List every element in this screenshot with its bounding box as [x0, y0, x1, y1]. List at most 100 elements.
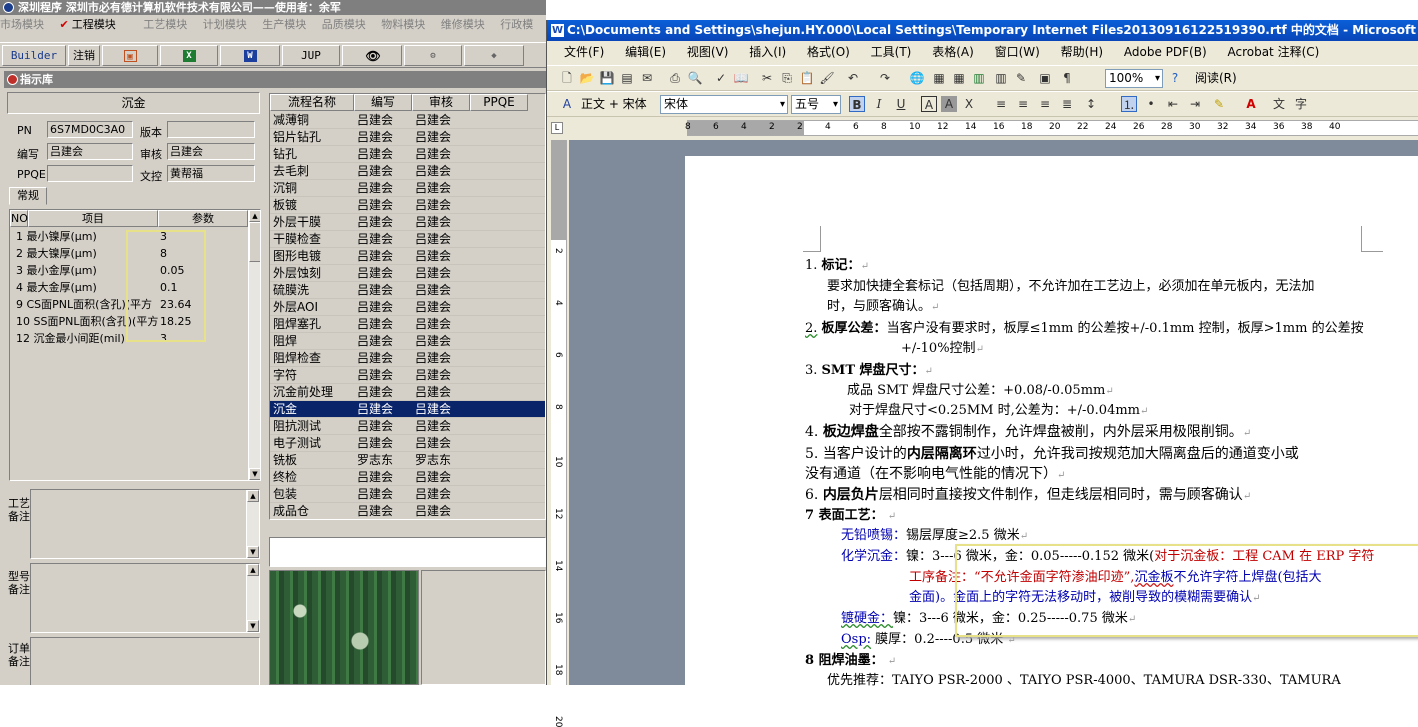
font-size-select[interactable]: 五号 — [791, 95, 841, 114]
col-header-ppqe[interactable]: PPQE — [470, 94, 528, 111]
menu-process[interactable]: 工艺模块 — [143, 15, 187, 35]
redo-icon[interactable]: ↷ — [877, 70, 893, 86]
param-scrollbar[interactable]: ▲ ▼ — [248, 210, 260, 480]
menu-file[interactable]: 文件(F) — [564, 41, 604, 63]
process-row[interactable]: 包装 吕建会 吕建会 — [270, 486, 545, 503]
research-icon[interactable]: 📖 — [733, 70, 749, 86]
char-shading-icon[interactable]: A — [941, 96, 957, 112]
menu-maintenance[interactable]: 维修模块 — [441, 15, 485, 35]
process-row[interactable]: 外层蚀刻 吕建会 吕建会 — [270, 265, 545, 282]
enclose-char-icon[interactable]: 字 — [1293, 96, 1309, 112]
memo-scrollbar[interactable]: ▲ ▼ — [246, 564, 259, 632]
paste-icon[interactable]: 📋 — [799, 70, 815, 86]
zoom-select[interactable]: 100% — [1105, 69, 1163, 88]
menu-format[interactable]: 格式(O) — [807, 41, 850, 63]
new-icon[interactable]: 🗋 — [559, 70, 575, 86]
col-header-process[interactable]: 流程名称 — [270, 94, 354, 111]
font-color-icon[interactable]: A — [1243, 96, 1259, 112]
tables-borders-icon[interactable]: ▦ — [931, 70, 947, 86]
logout-button[interactable]: 注销 — [68, 45, 100, 66]
open-icon[interactable]: 📂 — [579, 70, 595, 86]
process-row[interactable]: 外层AOI 吕建会 吕建会 — [270, 299, 545, 316]
align-left-icon[interactable]: ≡ — [993, 96, 1009, 112]
tab-selector[interactable]: L — [551, 122, 563, 134]
drawing-icon[interactable]: ✎ — [1013, 70, 1029, 86]
menu-acrobat[interactable]: Acrobat 注释(C) — [1227, 41, 1319, 63]
menu-window[interactable]: 窗口(W) — [995, 41, 1040, 63]
document-map-icon[interactable]: ▣ — [1037, 70, 1053, 86]
menu-table[interactable]: 表格(A) — [932, 41, 974, 63]
scroll-down-icon[interactable]: ▼ — [249, 468, 260, 480]
copy-icon[interactable]: ⎘ — [779, 70, 795, 86]
scroll-down-icon[interactable]: ▼ — [247, 620, 259, 632]
menu-edit[interactable]: 编辑(E) — [625, 41, 666, 63]
process-row[interactable]: 钻孔 吕建会 吕建会 — [270, 146, 545, 163]
columns-icon[interactable]: ▥ — [993, 70, 1009, 86]
style-select[interactable]: 正文 + 宋体 — [581, 95, 647, 114]
menu-insert[interactable]: 插入(I) — [749, 41, 786, 63]
vertical-ruler[interactable]: 2 4 6 8 10 12 14 16 18 20 — [551, 140, 567, 727]
word-export-button[interactable]: W — [220, 45, 280, 66]
process-row[interactable]: 阻焊检查 吕建会 吕建会 — [270, 350, 545, 367]
bullets-icon[interactable]: • — [1143, 96, 1159, 112]
process-row[interactable]: 硫膜洗 吕建会 吕建会 — [270, 282, 545, 299]
menu-production[interactable]: 生产模块 — [262, 15, 306, 35]
process-row[interactable]: 干膜检查 吕建会 吕建会 — [270, 231, 545, 248]
tab-normal[interactable]: 常规 — [9, 187, 47, 205]
help-icon[interactable]: ? — [1167, 70, 1183, 86]
font-select[interactable]: 宋体 — [660, 95, 788, 114]
format-painter-icon[interactable]: 🖌 — [819, 70, 835, 86]
pn-field[interactable]: 6S7MD0C3A0 — [47, 121, 133, 138]
highlight-icon[interactable]: ✎ — [1211, 96, 1227, 112]
menu-quality[interactable]: 品质模块 — [322, 15, 366, 35]
insert-table-icon[interactable]: ▦ — [951, 70, 967, 86]
spelling-icon[interactable]: ✓ — [713, 70, 729, 86]
styles-icon[interactable]: A — [559, 96, 575, 112]
view-button[interactable]: 👁 — [342, 45, 402, 66]
jup-button[interactable]: JUP — [282, 45, 340, 66]
insert-excel-icon[interactable]: ▥ — [971, 70, 987, 86]
permission-icon[interactable]: ▤ — [619, 70, 635, 86]
memo-process[interactable]: ▲ ▼ — [30, 489, 260, 559]
menu-help[interactable]: 帮助(H) — [1061, 41, 1103, 63]
process-row[interactable]: 终检 吕建会 吕建会 — [270, 469, 545, 486]
justify-icon[interactable]: ≣ — [1059, 96, 1075, 112]
process-row[interactable]: 外层干膜 吕建会 吕建会 — [270, 214, 545, 231]
menu-plan[interactable]: 计划模块 — [203, 15, 247, 35]
misc-button[interactable]: ◆ — [464, 45, 524, 66]
ppt-export-button[interactable]: ▣ — [102, 45, 158, 66]
excel-export-button[interactable]: X — [160, 45, 218, 66]
col-header-author[interactable]: 编写 — [354, 94, 412, 111]
line-spacing-icon[interactable]: ↕ — [1083, 96, 1099, 112]
scroll-down-icon[interactable]: ▼ — [247, 546, 259, 558]
col-header-review[interactable]: 审核 — [412, 94, 470, 111]
process-row[interactable]: 去毛刺 吕建会 吕建会 — [270, 163, 545, 180]
process-row[interactable]: 电子测试 吕建会 吕建会 — [270, 435, 545, 452]
process-row[interactable]: 阻抗测试 吕建会 吕建会 — [270, 418, 545, 435]
numbering-icon[interactable]: ⒈ — [1121, 96, 1137, 112]
process-row[interactable]: 成品仓 吕建会 吕建会 — [270, 503, 545, 519]
scroll-up-icon[interactable]: ▲ — [247, 490, 259, 502]
process-row[interactable]: 减薄铜 吕建会 吕建会 — [270, 112, 545, 129]
scroll-up-icon[interactable]: ▲ — [249, 210, 260, 222]
undo-icon[interactable]: ↶ — [845, 70, 861, 86]
increase-indent-icon[interactable]: ⇥ — [1187, 96, 1203, 112]
process-row[interactable]: 铝片钻孔 吕建会 吕建会 — [270, 129, 545, 146]
menu-adobe-pdf[interactable]: Adobe PDF(B) — [1124, 41, 1207, 63]
process-row[interactable]: 板镀 吕建会 吕建会 — [270, 197, 545, 214]
memo-model[interactable]: ▲ ▼ — [30, 563, 260, 633]
process-row[interactable]: 阻焊 吕建会 吕建会 — [270, 333, 545, 350]
scroll-up-icon[interactable]: ▲ — [247, 564, 259, 576]
review-field[interactable]: 吕建会 — [167, 143, 255, 160]
horizontal-ruler[interactable]: 8 6 4 2 2 4 6 8 10 12 14 16 18 20 22 24 26 28 30 32 34 36 38 40 — [685, 120, 1418, 136]
control-field[interactable]: 黄帮福 — [167, 165, 255, 182]
memo-order[interactable] — [30, 637, 260, 685]
author-field[interactable]: 吕建会 — [47, 143, 133, 160]
document-page[interactable]: 1. 标记：↵ 要求加快捷全套标记（包括周期），不允许加在工艺边上，必须加在单元… — [685, 156, 1418, 688]
version-field[interactable] — [167, 121, 255, 138]
decrease-indent-icon[interactable]: ⇤ — [1165, 96, 1181, 112]
italic-icon[interactable]: I — [871, 96, 887, 112]
tools-button[interactable]: ⚙ — [404, 45, 462, 66]
align-right-icon[interactable]: ≡ — [1037, 96, 1053, 112]
menu-tools[interactable]: 工具(T) — [871, 41, 912, 63]
